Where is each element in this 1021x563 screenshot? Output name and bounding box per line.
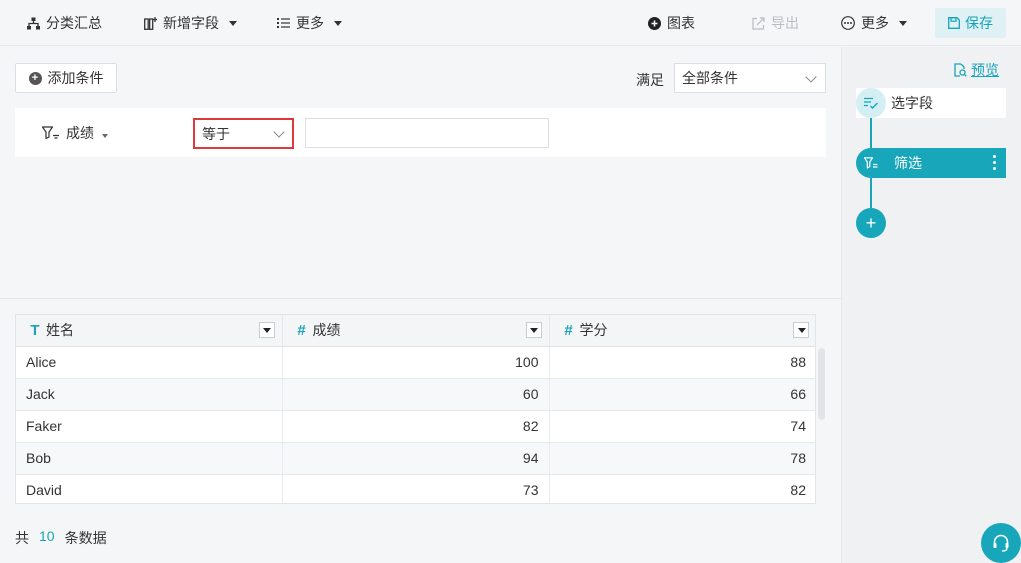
add-field-button[interactable]: 新增字段 bbox=[144, 0, 237, 46]
export-label: 导出 bbox=[771, 15, 799, 31]
flow-connector bbox=[870, 118, 872, 148]
number-type-icon: # bbox=[564, 321, 573, 339]
group-summary-label: 分类汇总 bbox=[46, 15, 102, 31]
add-condition-label: 添加条件 bbox=[47, 70, 104, 86]
preview-link[interactable]: 预览 bbox=[953, 60, 999, 80]
cell-credit[interactable]: 78 bbox=[549, 442, 815, 475]
cell-score[interactable]: 73 bbox=[282, 474, 550, 503]
step-select-fields[interactable]: 选字段 bbox=[856, 88, 1006, 118]
condition-row: 成绩 等于 bbox=[15, 108, 826, 157]
caret-down-icon bbox=[102, 134, 108, 138]
cell-name[interactable]: Jack bbox=[16, 378, 283, 411]
column-menu-button[interactable] bbox=[258, 322, 275, 338]
add-condition-button[interactable]: + 添加条件 bbox=[15, 63, 117, 93]
condition-value-input[interactable] bbox=[305, 118, 549, 148]
cell-credit[interactable]: 88 bbox=[549, 346, 815, 379]
save-button[interactable]: 保存 bbox=[935, 8, 1006, 38]
satisfy-label: 满足 bbox=[636, 72, 664, 88]
section-divider bbox=[0, 298, 841, 299]
record-count-prefix: 共 bbox=[15, 530, 29, 546]
condition-field-select[interactable]: 成绩 bbox=[42, 122, 108, 144]
cell-name[interactable]: Faker bbox=[16, 410, 283, 443]
step-label: 选字段 bbox=[891, 95, 933, 111]
caret-down-icon bbox=[899, 20, 907, 26]
table-row: Faker 82 74 bbox=[16, 410, 815, 443]
more-dots-icon bbox=[841, 16, 855, 30]
table-row: Bob 94 78 bbox=[16, 442, 815, 475]
column-header-score[interactable]: # 成绩 bbox=[282, 315, 550, 347]
flow-connector bbox=[870, 178, 872, 208]
steps-panel bbox=[841, 47, 1021, 563]
condition-field-label: 成绩 bbox=[66, 125, 94, 141]
save-label: 保存 bbox=[965, 15, 993, 31]
export-button[interactable]: 导出 bbox=[752, 0, 799, 46]
headset-icon bbox=[993, 534, 1009, 552]
operator-value: 等于 bbox=[202, 125, 230, 142]
cell-score[interactable]: 94 bbox=[282, 442, 550, 475]
cell-name[interactable]: David bbox=[16, 474, 283, 503]
table-row: Alice 100 88 bbox=[16, 346, 815, 379]
operator-select[interactable]: 等于 bbox=[193, 118, 294, 149]
table-row: Jack 60 66 bbox=[16, 378, 815, 411]
column-header-credit[interactable]: # 学分 bbox=[549, 315, 815, 347]
filter-field-icon bbox=[42, 126, 59, 140]
chat-support-button[interactable] bbox=[981, 523, 1021, 563]
data-table: T 姓名 # 成绩 # 学分 Alice 100 88 Jack 60 66 F… bbox=[15, 314, 816, 504]
column-header-name[interactable]: T 姓名 bbox=[16, 315, 283, 347]
record-count: 共 10 条数据 bbox=[15, 528, 107, 548]
step-filter[interactable]: 筛选 bbox=[856, 148, 1006, 178]
add-step-button[interactable]: + bbox=[856, 208, 886, 238]
hierarchy-icon bbox=[27, 17, 40, 29]
number-type-icon: # bbox=[297, 321, 306, 339]
column-menu-button[interactable] bbox=[525, 322, 542, 338]
column-header-label: 学分 bbox=[579, 322, 608, 339]
list-icon bbox=[277, 18, 290, 28]
filter-icon bbox=[856, 148, 886, 178]
cell-score[interactable]: 82 bbox=[282, 410, 550, 443]
toolbar: 分类汇总 新增字段 更多 图表 导出 更多 保存 bbox=[0, 0, 1021, 46]
table-header-row: T 姓名 # 成绩 # 学分 bbox=[16, 315, 815, 347]
chevron-down-icon bbox=[805, 71, 817, 83]
cell-credit[interactable]: 66 bbox=[549, 378, 815, 411]
chart-label: 图表 bbox=[667, 15, 695, 31]
cell-name[interactable]: Alice bbox=[16, 346, 283, 379]
cell-credit[interactable]: 74 bbox=[549, 410, 815, 443]
table-row: David 73 82 bbox=[16, 474, 815, 503]
more-menu-right[interactable]: 更多 bbox=[841, 0, 907, 46]
chevron-down-icon bbox=[273, 126, 285, 138]
cell-name[interactable]: Bob bbox=[16, 442, 283, 475]
column-header-label: 成绩 bbox=[312, 322, 341, 339]
export-icon bbox=[752, 16, 765, 30]
record-count-value: 10 bbox=[39, 528, 55, 544]
more-left-label: 更多 bbox=[296, 15, 324, 31]
preview-label: 预览 bbox=[971, 62, 999, 78]
caret-down-icon bbox=[229, 20, 237, 26]
table-scrollbar[interactable] bbox=[818, 348, 825, 420]
add-column-icon bbox=[144, 16, 157, 30]
select-fields-icon bbox=[856, 88, 886, 118]
more-menu-left[interactable]: 更多 bbox=[277, 0, 342, 46]
record-count-suffix: 条数据 bbox=[64, 530, 107, 546]
save-icon bbox=[948, 17, 960, 29]
more-right-label: 更多 bbox=[861, 15, 889, 31]
column-menu-button[interactable] bbox=[793, 322, 809, 338]
cell-score[interactable]: 100 bbox=[282, 346, 550, 379]
add-field-label: 新增字段 bbox=[163, 15, 219, 31]
satisfy-value: 全部条件 bbox=[682, 70, 738, 86]
cell-score[interactable]: 60 bbox=[282, 378, 550, 411]
satisfy-select[interactable]: 全部条件 bbox=[674, 63, 826, 93]
chart-button[interactable]: 图表 bbox=[648, 0, 695, 46]
kebab-menu-icon[interactable] bbox=[993, 155, 996, 170]
cell-credit[interactable]: 82 bbox=[549, 474, 815, 503]
plus-circle-icon bbox=[648, 16, 661, 30]
caret-down-icon bbox=[334, 20, 342, 26]
column-header-label: 姓名 bbox=[46, 322, 74, 339]
preview-icon bbox=[954, 63, 967, 77]
text-type-icon: T bbox=[30, 321, 40, 339]
group-summary-button[interactable]: 分类汇总 bbox=[27, 0, 102, 46]
step-label: 筛选 bbox=[894, 155, 922, 171]
plus-circle-icon: + bbox=[28, 71, 42, 85]
